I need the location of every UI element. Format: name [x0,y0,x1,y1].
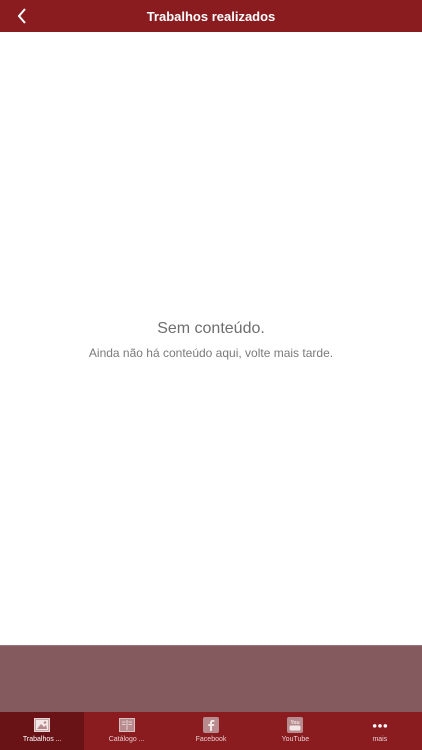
catalog-icon [118,717,135,733]
facebook-icon [203,717,220,733]
tab-facebook[interactable]: Facebook [169,712,253,750]
youtube-icon: You [287,717,304,733]
tab-youtube[interactable]: You YouTube [253,712,337,750]
tab-label: Catálogo ... [108,736,145,743]
more-icon [372,717,388,733]
tab-catalogo[interactable]: Catálogo ... [84,712,168,750]
image-icon [34,717,51,733]
empty-state-title: Sem conteúdo. [157,320,265,337]
ad-banner-area [0,646,422,712]
tab-label: Facebook [195,736,227,743]
main-content: Sem conteúdo. Ainda não há conteúdo aqui… [0,32,422,645]
tab-mais[interactable]: mais [338,712,422,750]
empty-state-message: Ainda não há conteúdo aqui, volte mais t… [88,346,334,360]
svg-text:You: You [291,720,300,726]
tab-bar: Trabalhos ... Catálogo ... Facebook You … [0,712,422,750]
tab-label: Trabalhos ... [22,736,62,743]
tab-label: YouTube [281,736,310,743]
chevron-left-icon [17,8,26,24]
back-button[interactable] [8,0,36,32]
tab-label: mais [372,736,388,743]
tab-trabalhos[interactable]: Trabalhos ... [0,712,85,750]
page-title: Trabalhos realizados [146,8,276,24]
top-nav-bar: Trabalhos realizados [0,0,422,32]
